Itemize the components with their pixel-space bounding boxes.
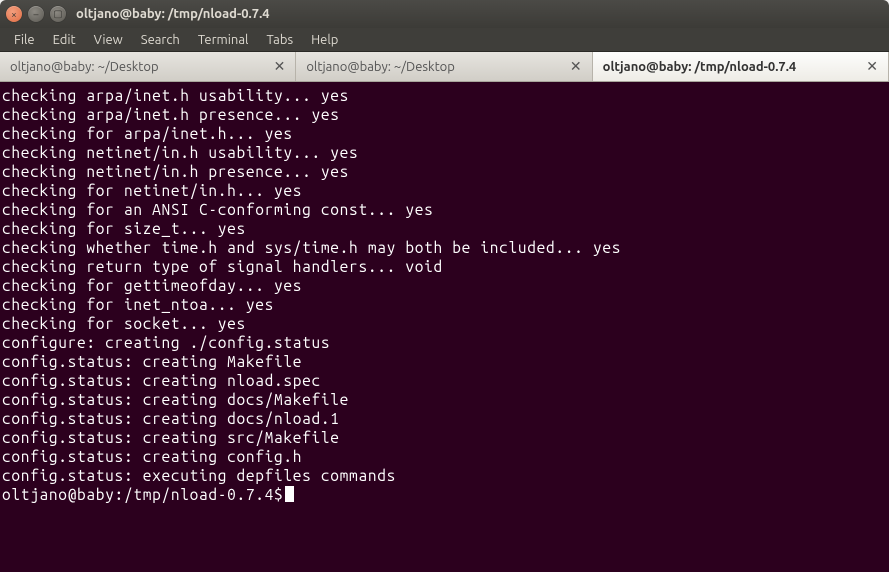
menu-search[interactable]: Search xyxy=(133,31,188,49)
terminal-tab-1[interactable]: oltjano@baby: ~/Desktop ✕ xyxy=(0,52,296,81)
terminal-line: checking arpa/inet.h presence... yes xyxy=(2,105,887,124)
terminal-line: checking for an ANSI C-conforming const.… xyxy=(2,200,887,219)
menu-help[interactable]: Help xyxy=(303,31,346,49)
tab-close-icon[interactable]: ✕ xyxy=(568,58,584,75)
maximize-icon: ▢ xyxy=(53,8,62,20)
terminal-line: config.status: creating Makefile xyxy=(2,352,887,371)
terminal-line: checking netinet/in.h presence... yes xyxy=(2,162,887,181)
tab-close-icon[interactable]: ✕ xyxy=(864,58,880,75)
terminal-line: config.status: creating nload.spec xyxy=(2,371,887,390)
terminal-prompt: oltjano@baby:/tmp/nload-0.7.4$ xyxy=(2,486,283,503)
tab-close-icon[interactable]: ✕ xyxy=(272,58,288,75)
terminal-cursor xyxy=(285,486,294,502)
tab-label: oltjano@baby: ~/Desktop xyxy=(10,60,159,74)
terminal-line: checking arpa/inet.h usability... yes xyxy=(2,86,887,105)
terminal-line: config.status: creating config.h xyxy=(2,447,887,466)
terminal-tab-2[interactable]: oltjano@baby: ~/Desktop ✕ xyxy=(296,52,592,81)
terminal-line: config.status: executing depfiles comman… xyxy=(2,466,887,485)
tab-label: oltjano@baby: ~/Desktop xyxy=(306,60,455,74)
minimize-button[interactable]: – xyxy=(28,6,44,22)
maximize-button[interactable]: ▢ xyxy=(50,6,66,22)
terminal-output-area[interactable]: checking arpa/inet.h usability... yes ch… xyxy=(0,82,889,572)
terminal-line: checking for arpa/inet.h... yes xyxy=(2,124,887,143)
terminal-line: config.status: creating docs/nload.1 xyxy=(2,409,887,428)
tab-label: oltjano@baby: /tmp/nload-0.7.4 xyxy=(603,60,797,74)
menu-edit[interactable]: Edit xyxy=(45,31,84,49)
terminal-line: config.status: creating src/Makefile xyxy=(2,428,887,447)
terminal-line: checking for gettimeofday... yes xyxy=(2,276,887,295)
terminal-line: checking for size_t... yes xyxy=(2,219,887,238)
terminal-line: checking return type of signal handlers.… xyxy=(2,257,887,276)
menu-tabs[interactable]: Tabs xyxy=(258,31,301,49)
menu-view[interactable]: View xyxy=(86,31,131,49)
menu-bar: File Edit View Search Terminal Tabs Help xyxy=(0,28,889,52)
terminal-line: configure: creating ./config.status xyxy=(2,333,887,352)
terminal-line: checking netinet/in.h usability... yes xyxy=(2,143,887,162)
minimize-icon: – xyxy=(34,9,39,20)
tab-bar: oltjano@baby: ~/Desktop ✕ oltjano@baby: … xyxy=(0,52,889,82)
terminal-line: config.status: creating docs/Makefile xyxy=(2,390,887,409)
window-titlebar: × – ▢ oltjano@baby: /tmp/nload-0.7.4 xyxy=(0,0,889,28)
close-icon: × xyxy=(11,9,17,20)
close-button[interactable]: × xyxy=(6,6,22,22)
menu-file[interactable]: File xyxy=(6,31,43,49)
window-title: oltjano@baby: /tmp/nload-0.7.4 xyxy=(76,7,270,21)
window-buttons: × – ▢ xyxy=(6,6,66,22)
terminal-line: checking whether time.h and sys/time.h m… xyxy=(2,238,887,257)
terminal-line: checking for socket... yes xyxy=(2,314,887,333)
terminal-prompt-line: oltjano@baby:/tmp/nload-0.7.4$ xyxy=(2,485,887,504)
terminal-line: checking for inet_ntoa... yes xyxy=(2,295,887,314)
menu-terminal[interactable]: Terminal xyxy=(190,31,257,49)
terminal-tab-3[interactable]: oltjano@baby: /tmp/nload-0.7.4 ✕ xyxy=(593,52,889,81)
terminal-line: checking for netinet/in.h... yes xyxy=(2,181,887,200)
